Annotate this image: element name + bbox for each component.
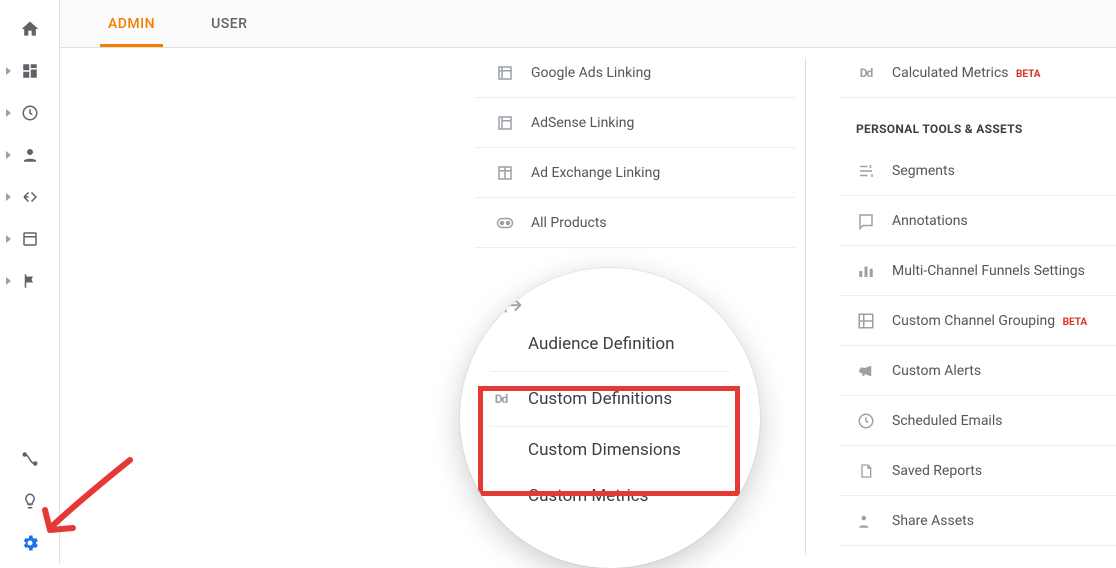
bars-icon	[856, 261, 876, 281]
item-label: Audience Definition	[528, 334, 675, 354]
clock-icon	[856, 411, 876, 431]
item-label: Custom Alerts	[892, 363, 981, 379]
item-label: Segments	[892, 163, 955, 179]
rail-dashboards[interactable]	[0, 50, 59, 92]
item-label: Scheduled Emails	[892, 413, 1002, 429]
item-label: Share Assets	[892, 513, 974, 529]
item-label: Saved Reports	[892, 463, 982, 479]
custom-metrics[interactable]: Custom Metrics	[490, 473, 730, 519]
item-label: All Products	[531, 215, 607, 231]
item-label: Multi-Channel Funnels Settings	[892, 263, 1085, 279]
column-divider	[805, 58, 806, 554]
page-icon	[21, 230, 39, 248]
page-icon	[495, 113, 515, 133]
link-adexchange[interactable]: Ad Exchange Linking	[475, 148, 795, 198]
rail-audience[interactable]	[0, 134, 59, 176]
segments-icon	[856, 161, 876, 181]
segments[interactable]: Segments	[840, 146, 1116, 196]
dd-icon: Dd	[856, 63, 876, 83]
flag-icon	[21, 272, 39, 290]
tab-admin[interactable]: ADMIN	[100, 2, 163, 47]
rail-acquisition[interactable]	[0, 176, 59, 218]
tab-user[interactable]: USER	[203, 2, 255, 47]
link-google-ads[interactable]: Google Ads Linking	[475, 48, 795, 98]
mcf-settings[interactable]: Multi-Channel Funnels Settings	[840, 246, 1116, 296]
rail-behavior[interactable]	[0, 218, 59, 260]
zoom-highlight: Audience Definition Dd Custom Definition…	[460, 268, 760, 568]
chevron-right-icon	[6, 277, 11, 285]
attribution-icon	[21, 450, 39, 468]
item-label: Ad Exchange Linking	[531, 165, 660, 181]
path-icon	[21, 188, 39, 206]
rail-realtime[interactable]	[0, 92, 59, 134]
group-icon	[856, 311, 876, 331]
item-label: Google Ads Linking	[531, 65, 651, 81]
chevron-right-icon	[6, 109, 11, 117]
view-column: Dd Calculated Metrics BETA PERSONAL TOOL…	[840, 48, 1116, 546]
rail-home[interactable]	[0, 8, 59, 50]
note-icon	[856, 211, 876, 231]
link-adsense[interactable]: AdSense Linking	[475, 98, 795, 148]
rail-discover[interactable]	[0, 480, 59, 522]
link-icon	[495, 213, 515, 233]
item-label: Custom Channel Grouping	[892, 313, 1055, 329]
custom-channel-grouping[interactable]: Custom Channel Grouping BETA	[840, 296, 1116, 346]
share-person-icon	[856, 511, 876, 531]
megaphone-icon	[856, 361, 876, 381]
dd-icon: Dd	[490, 392, 512, 406]
gear-icon	[20, 533, 40, 553]
file-icon	[856, 461, 876, 481]
section-title-personal: PERSONAL TOOLS & ASSETS	[840, 98, 1116, 146]
custom-definitions[interactable]: Dd Custom Definitions	[490, 372, 730, 427]
chevron-right-icon	[6, 235, 11, 243]
share-assets[interactable]: Share Assets	[840, 496, 1116, 546]
admin-tabs: ADMIN USER	[60, 0, 1116, 48]
item-label: Calculated Metrics	[892, 65, 1009, 81]
link-all-products[interactable]: All Products	[475, 198, 795, 248]
beta-badge: BETA	[1063, 317, 1088, 328]
layout-icon	[495, 163, 515, 183]
bulb-icon	[21, 492, 39, 510]
admin-main: Google Ads Linking AdSense Linking Ad Ex…	[60, 48, 1116, 564]
chevron-right-icon	[6, 151, 11, 159]
saved-reports[interactable]: Saved Reports	[840, 446, 1116, 496]
annotations[interactable]: Annotations	[840, 196, 1116, 246]
item-label: Custom Metrics	[528, 486, 648, 506]
chevron-right-icon	[6, 67, 11, 75]
item-label: AdSense Linking	[531, 115, 634, 131]
beta-badge: BETA	[1016, 69, 1041, 80]
left-rail	[0, 0, 60, 564]
custom-alerts[interactable]: Custom Alerts	[840, 346, 1116, 396]
property-column: Google Ads Linking AdSense Linking Ad Ex…	[475, 48, 795, 248]
home-icon	[20, 19, 40, 39]
chevron-right-icon	[6, 193, 11, 201]
rail-admin[interactable]	[0, 522, 59, 564]
person-icon	[21, 146, 39, 164]
scheduled-emails[interactable]: Scheduled Emails	[840, 396, 1116, 446]
calc-metrics[interactable]: Dd Calculated Metrics BETA	[840, 48, 1116, 98]
audience-definitions[interactable]: Audience Definition	[490, 317, 730, 372]
page-icon	[495, 63, 515, 83]
item-label: Custom Dimensions	[528, 440, 681, 460]
rail-conversions[interactable]	[0, 260, 59, 302]
rail-attribution[interactable]	[0, 438, 59, 480]
custom-dimensions[interactable]: Custom Dimensions	[490, 427, 730, 473]
item-label: Custom Definitions	[528, 389, 672, 409]
clock-icon	[21, 104, 39, 122]
dashboards-icon	[21, 62, 39, 80]
item-label: Annotations	[892, 213, 968, 229]
